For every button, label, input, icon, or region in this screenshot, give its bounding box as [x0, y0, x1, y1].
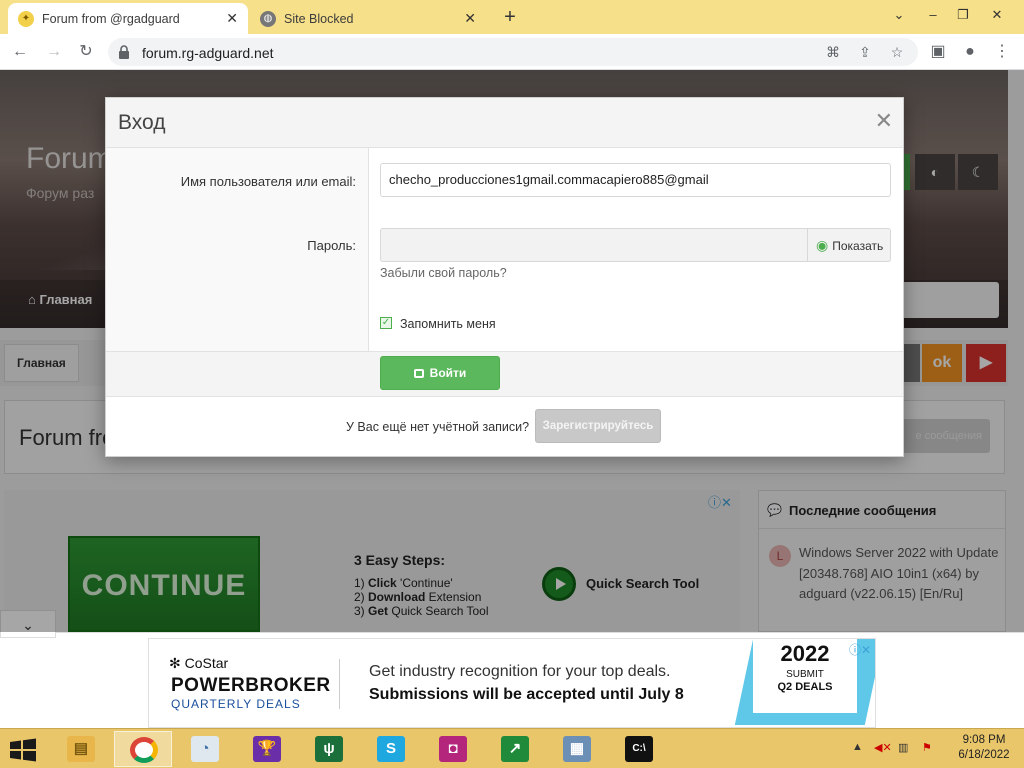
performance-monitor-icon[interactable]: ◔	[176, 731, 234, 767]
close-icon[interactable]: ✕	[226, 10, 238, 27]
ad-tagline: QUARTERLY DEALS	[171, 697, 301, 711]
side-panel-icon[interactable]: ▣	[926, 40, 950, 64]
clock-date: 6/18/2022	[958, 749, 1010, 761]
reload-icon[interactable]: ↻	[74, 40, 98, 64]
close-window-button[interactable]: ✕	[980, 0, 1014, 30]
taskbar: ▤ ◔ 🏆 ψ S ◘ ↗ ▦ C:\ ▲ ◀✕ ▥ ⚑ 9:08 PM 6/1…	[0, 728, 1024, 768]
show-hidden-icons-icon[interactable]: ▲	[852, 741, 863, 753]
show-password-label: Показать	[832, 239, 884, 253]
profile-icon[interactable]: ●	[958, 40, 982, 64]
login-dialog: Вход ✕ Имя пользователя или email: chech…	[105, 97, 904, 457]
username-field[interactable]: checho_producciones1gmail.commacapiero88…	[380, 163, 891, 197]
dialog-title: Вход	[118, 111, 166, 134]
close-icon[interactable]: ✕	[464, 10, 476, 27]
eye-icon: ◉	[816, 237, 829, 253]
lock-icon	[119, 45, 129, 59]
tab-title: Forum from @rgadguard	[42, 11, 180, 26]
password-label: Пароль:	[307, 238, 356, 253]
login-button[interactable]: Войти	[380, 356, 500, 390]
chrome-icon[interactable]	[114, 731, 172, 767]
share-icon[interactable]: ⇪	[856, 44, 874, 62]
ad-badge-q2: Q2 DEALS	[777, 681, 833, 693]
lock-icon	[413, 369, 424, 378]
ad-choices-icon[interactable]: ⓘ✕	[849, 641, 871, 658]
login-button-label: Войти	[429, 366, 467, 380]
camera-icon[interactable]: ◘	[424, 731, 482, 767]
bottom-advertisement[interactable]: ✻ CoStar POWERBROKER QUARTERLY DEALS Get…	[148, 638, 876, 728]
forum-favicon-icon: ✦	[18, 10, 34, 27]
ad-badge-submit: SUBMIT	[786, 669, 824, 680]
register-button[interactable]: Зарегистрируйтесь	[535, 409, 661, 443]
browser-toolbar: ← → ↻ forum.rg-adguard.net ⌘ ⇪ ☆ ▣ ● ⋮	[0, 34, 1024, 70]
username-label: Имя пользователя или email:	[180, 174, 356, 189]
tab-site-blocked[interactable]: ◍ Site Blocked ✕	[250, 3, 486, 34]
globe-icon: ◍	[260, 10, 276, 27]
ad-line-2: Submissions will be accepted until July …	[369, 686, 684, 703]
command-prompt-icon[interactable]: C:\	[610, 731, 668, 767]
remember-me-checkbox[interactable]: ✓	[380, 317, 392, 329]
remember-me-label[interactable]: Запомнить меня	[400, 317, 496, 331]
remote-desktop-icon[interactable]: ▦	[548, 731, 606, 767]
windows-start-icon[interactable]	[8, 738, 38, 762]
menu-kebab-icon[interactable]: ⋮	[990, 40, 1014, 64]
restore-button[interactable]: ❐	[946, 0, 980, 30]
address-bar[interactable]: forum.rg-adguard.net ⌘ ⇪ ☆	[108, 38, 918, 66]
url-text: forum.rg-adguard.net	[142, 45, 274, 61]
tab-title: Site Blocked	[284, 11, 354, 26]
ad-product: POWERBROKER	[171, 675, 331, 696]
ad-line-1: Get industry recognition for your top de…	[369, 663, 671, 680]
volume-muted-icon[interactable]: ◀✕	[874, 741, 892, 754]
show-password-button[interactable]: ◉ Показать	[807, 228, 891, 262]
finance-chart-icon[interactable]: ↗	[486, 731, 544, 767]
no-account-text: У Вас ещё нет учётной записи?	[346, 420, 530, 434]
dialog-action-bar	[106, 351, 903, 397]
trophy-icon[interactable]: 🏆	[238, 731, 296, 767]
ad-badge-year: 2022	[780, 641, 830, 666]
divider	[339, 659, 340, 709]
costar-logo: ✻ CoStar	[169, 655, 229, 671]
new-tab-button[interactable]: +	[498, 5, 522, 29]
skype-icon[interactable]: S	[362, 731, 420, 767]
forgot-password-link[interactable]: Забыли свой пароль?	[380, 266, 507, 280]
tab-search-icon[interactable]: ⌄	[882, 0, 916, 30]
forward-icon[interactable]: →	[42, 40, 66, 64]
network-icon[interactable]: ▥	[898, 741, 908, 754]
action-center-icon[interactable]: ⚑	[922, 741, 932, 754]
bookmark-star-icon[interactable]: ☆	[888, 44, 906, 62]
clock-time: 9:08 PM	[962, 734, 1006, 746]
minimize-button[interactable]: –	[916, 0, 950, 30]
system-clock[interactable]: 9:08 PM 6/18/2022	[952, 733, 1016, 763]
food-icon[interactable]: ψ	[300, 731, 358, 767]
translate-icon[interactable]: ⌘	[824, 44, 842, 62]
dialog-header: Вход ✕	[106, 98, 903, 148]
close-icon[interactable]: ✕	[875, 110, 893, 132]
back-icon[interactable]: ←	[8, 40, 32, 64]
file-explorer-icon[interactable]: ▤	[52, 731, 110, 767]
tab-strip: ✦ Forum from @rgadguard ✕ ◍ Site Blocked…	[0, 0, 1024, 34]
tab-forum[interactable]: ✦ Forum from @rgadguard ✕	[8, 3, 248, 34]
